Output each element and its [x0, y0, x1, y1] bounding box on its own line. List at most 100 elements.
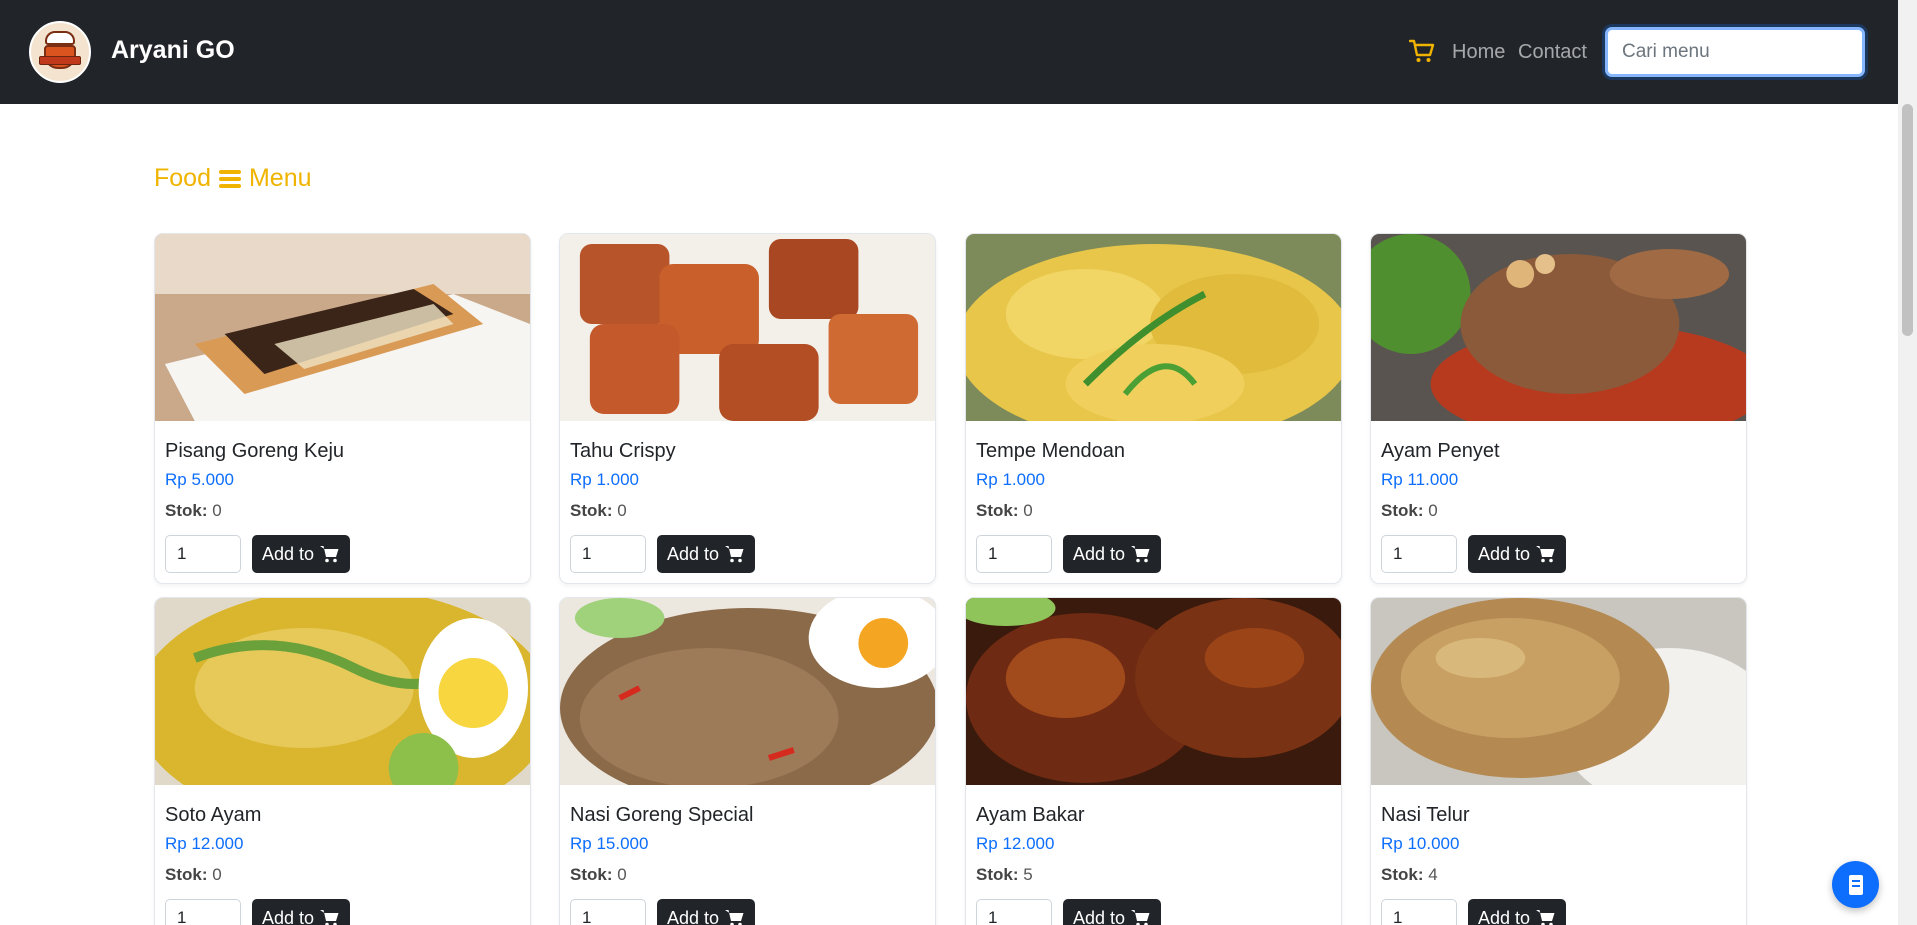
quantity-input[interactable] [570, 899, 646, 925]
product-stock: Stok: 0 [165, 863, 520, 887]
add-to-cart-button[interactable]: Add to [1468, 535, 1567, 573]
cart-icon[interactable] [1409, 38, 1435, 64]
product-image [155, 234, 530, 421]
cart-icon [320, 546, 339, 563]
stock-value: 5 [1023, 865, 1033, 884]
cart-icon [725, 910, 744, 925]
scrollbar-thumb[interactable] [1902, 104, 1913, 336]
product-image [560, 234, 935, 421]
add-to-label: Add to [667, 543, 720, 564]
product-price: Rp 15.000 [570, 834, 649, 853]
product-card: Soto Ayam Rp 12.000 Stok: 0 Add to [154, 597, 531, 925]
add-to-label: Add to [1073, 907, 1126, 925]
product-stock: Stok: 0 [570, 863, 925, 887]
stock-label: Stok: [1381, 501, 1424, 520]
cart-icon [1131, 910, 1150, 925]
section-heading: Food Menu [154, 164, 312, 193]
stock-label: Stok: [570, 501, 613, 520]
add-to-label: Add to [262, 907, 315, 925]
quantity-input[interactable] [165, 899, 241, 925]
stock-label: Stok: [976, 501, 1019, 520]
product-price: Rp 5.000 [165, 470, 234, 489]
cart-icon [1536, 910, 1555, 925]
add-to-cart-button[interactable]: Add to [1468, 899, 1567, 925]
add-to-cart-button[interactable]: Add to [657, 899, 756, 925]
cart-icon [725, 546, 744, 563]
stock-value: 0 [617, 865, 627, 884]
add-to-cart-button[interactable]: Add to [657, 535, 756, 573]
product-image [1371, 234, 1746, 444]
product-card: Ayam Bakar Rp 12.000 Stok: 5 Add to [965, 597, 1342, 925]
add-to-label: Add to [1478, 543, 1531, 564]
bars-icon [218, 169, 241, 188]
product-image [560, 598, 935, 808]
quantity-input[interactable] [570, 535, 646, 573]
product-name: Ayam Bakar [976, 804, 1085, 826]
stock-label: Stok: [570, 865, 613, 884]
product-stock: Stok: 0 [1381, 499, 1736, 523]
add-to-cart-button[interactable]: Add to [252, 899, 351, 925]
product-image [1371, 598, 1746, 808]
add-to-label: Add to [1478, 907, 1531, 925]
quantity-input[interactable] [165, 535, 241, 573]
product-name: Tempe Mendoan [976, 440, 1125, 462]
navbar: Aryani GO Home Contact [0, 0, 1898, 104]
add-to-cart-button[interactable]: Add to [1063, 899, 1162, 925]
product-price: Rp 12.000 [976, 834, 1055, 853]
product-price: Rp 11.000 [1381, 470, 1459, 489]
product-card: Ayam Penyet Rp 11.000 Stok: 0 Add to [1370, 233, 1747, 584]
product-stock: Stok: 5 [976, 863, 1331, 887]
product-stock: Stok: 0 [165, 499, 520, 523]
add-to-label: Add to [1073, 543, 1126, 564]
stock-value: 0 [1428, 501, 1438, 520]
add-to-label: Add to [667, 907, 720, 925]
product-card: Nasi Telur Rp 10.000 Stok: 4 Add to [1370, 597, 1747, 925]
quantity-input[interactable] [976, 899, 1052, 925]
receipt-icon [1848, 874, 1863, 895]
stock-label: Stok: [165, 501, 208, 520]
product-card: Tempe Mendoan Rp 1.000 Stok: 0 Add to [965, 233, 1342, 584]
cart-icon [1536, 546, 1555, 563]
receipt-fab-button[interactable] [1832, 861, 1879, 908]
product-price: Rp 1.000 [570, 470, 639, 489]
add-to-label: Add to [262, 543, 315, 564]
stock-label: Stok: [1381, 865, 1424, 884]
product-stock: Stok: 0 [976, 499, 1331, 523]
product-image [966, 598, 1341, 785]
product-name: Ayam Penyet [1381, 440, 1500, 462]
section-title-food: Food [154, 164, 211, 192]
product-card: Nasi Goreng Special Rp 15.000 Stok: 0 Ad… [559, 597, 936, 925]
cart-icon [1131, 546, 1150, 563]
search-input[interactable] [1605, 27, 1865, 77]
nav-contact-link[interactable]: Contact [1518, 41, 1587, 64]
brand-logo[interactable] [29, 21, 91, 83]
add-to-cart-button[interactable]: Add to [1063, 535, 1162, 573]
product-name: Soto Ayam [165, 804, 262, 826]
brand-name[interactable]: Aryani GO [111, 36, 235, 65]
stock-value: 0 [212, 501, 222, 520]
product-image [155, 598, 530, 828]
stock-value: 4 [1428, 865, 1438, 884]
product-price: Rp 10.000 [1381, 834, 1460, 853]
product-price: Rp 1.000 [976, 470, 1045, 489]
quantity-input[interactable] [976, 535, 1052, 573]
product-name: Nasi Telur [1381, 804, 1470, 826]
stock-value: 0 [617, 501, 627, 520]
stock-value: 0 [1023, 501, 1033, 520]
add-to-cart-button[interactable]: Add to [252, 535, 351, 573]
cart-icon [320, 910, 339, 925]
product-stock: Stok: 4 [1381, 863, 1736, 887]
product-name: Pisang Goreng Keju [165, 440, 345, 462]
product-image [966, 234, 1341, 444]
quantity-input[interactable] [1381, 535, 1457, 573]
section-title-menu: Menu [248, 164, 312, 192]
product-price: Rp 12.000 [165, 834, 244, 853]
stock-value: 0 [212, 865, 222, 884]
page-scrollbar[interactable] [1898, 0, 1917, 925]
quantity-input[interactable] [1381, 899, 1457, 925]
product-stock: Stok: 0 [570, 499, 925, 523]
product-card: Tahu Crispy Rp 1.000 Stok: 0 Add to [559, 233, 936, 584]
nav-home-link[interactable]: Home [1452, 41, 1505, 64]
stock-label: Stok: [976, 865, 1019, 884]
product-card: Pisang Goreng Keju Rp 5.000 Stok: 0 Add … [154, 233, 531, 584]
